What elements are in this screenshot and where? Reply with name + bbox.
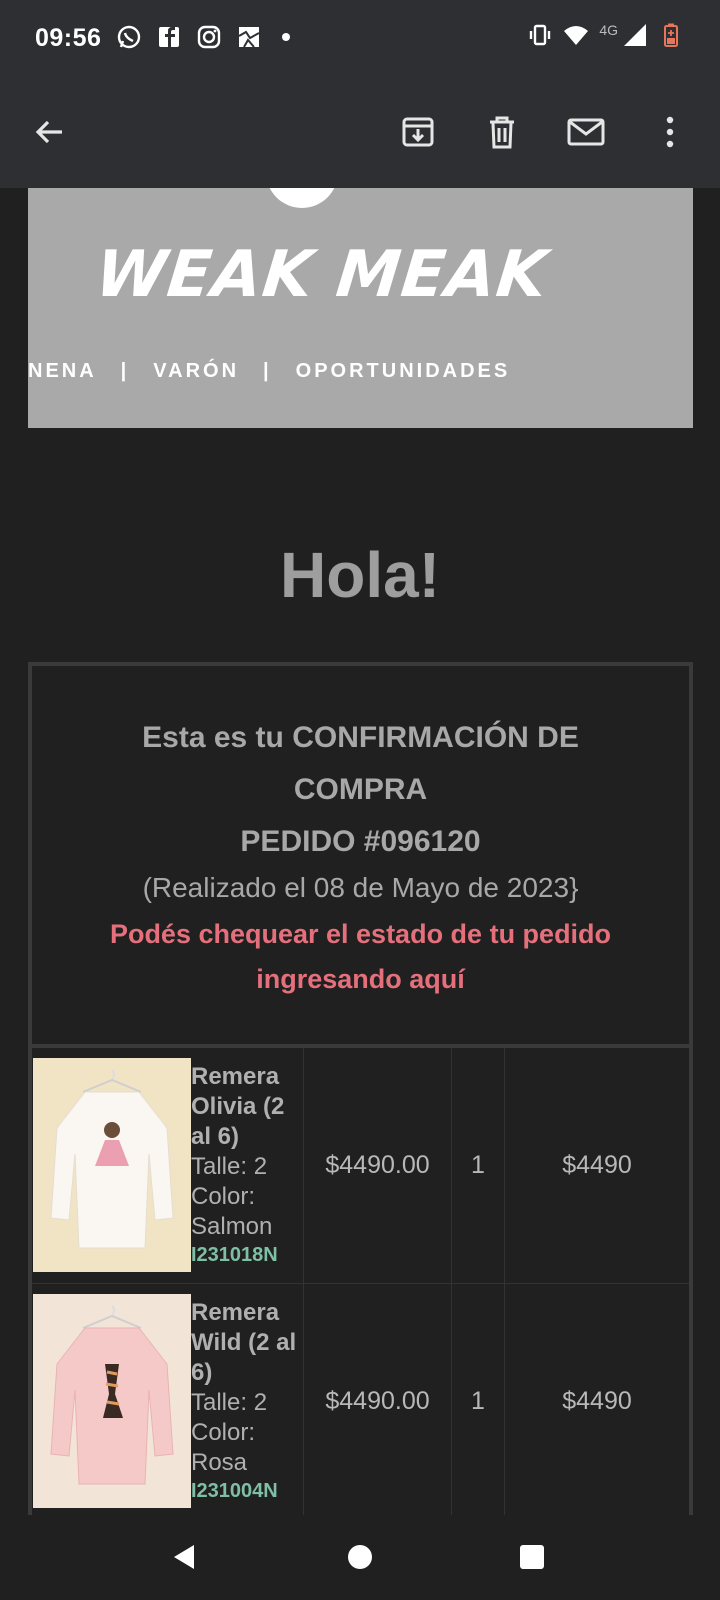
product-sku: I231004N <box>191 1480 278 1502</box>
product-sku: I231018N <box>191 1244 278 1266</box>
nav-separator: | <box>120 360 130 382</box>
nav-link-oportunidades[interactable]: OPORTUNIDADES <box>296 360 511 383</box>
more-options-button[interactable] <box>650 112 690 152</box>
order-status-link[interactable]: Podés chequear el estado de tu pedido in… <box>32 912 689 1002</box>
status-bar: 09:56 4G <box>0 0 720 78</box>
confirmation-title: Esta es tu CONFIRMACIÓN DE COMPRA <box>142 721 579 806</box>
brand-banner: WEAK MEAK NENA | VARÓN | OPORTUNIDADES <box>28 188 693 428</box>
toolbar-actions <box>398 112 690 152</box>
product-photo-wild <box>33 1294 191 1508</box>
nav-link-varon[interactable]: VARÓN <box>153 360 239 383</box>
table-row: Remera Olivia (2 al 6) Talle: 2 Color: S… <box>32 1048 689 1284</box>
nav-back-button[interactable] <box>165 1537 205 1577</box>
delete-button[interactable] <box>482 112 522 152</box>
products-table: Remera Olivia (2 al 6) Talle: 2 Color: S… <box>28 1048 693 1515</box>
nav-home-button[interactable] <box>340 1537 380 1577</box>
signal-icon <box>624 24 646 46</box>
whatsapp-icon <box>117 25 141 49</box>
email-body[interactable]: WEAK MEAK NENA | VARÓN | OPORTUNIDADES H… <box>0 188 720 1515</box>
product-size: Talle: 2 <box>191 1153 268 1180</box>
quantity: 1 <box>452 1048 505 1283</box>
back-button[interactable] <box>30 112 70 152</box>
product-size: Talle: 2 <box>191 1389 268 1416</box>
product-info: Remera Wild (2 al 6) Talle: 2 Color: Ros… <box>191 1284 304 1515</box>
notification-icons <box>116 24 290 50</box>
system-navigation-bar <box>0 1515 720 1600</box>
product-name[interactable]: Remera Olivia (2 al 6) <box>191 1062 303 1152</box>
home-circle-icon <box>348 1545 372 1569</box>
vibrate-icon <box>530 24 551 46</box>
recents-square-icon <box>520 1545 544 1569</box>
logo-mark <box>266 188 338 208</box>
product-image[interactable] <box>33 1294 191 1508</box>
archive-button[interactable] <box>398 112 438 152</box>
archive-icon <box>402 117 434 147</box>
email-toolbar <box>0 78 720 188</box>
order-number: PEDIDO #096120 <box>240 825 481 858</box>
mark-unread-button[interactable] <box>566 112 606 152</box>
network-type-label: 4G <box>599 22 618 38</box>
more-icon <box>666 116 674 148</box>
more-notifications-dot <box>282 33 290 41</box>
battery-low-icon <box>664 23 678 47</box>
order-confirmation-card: Esta es tu CONFIRMACIÓN DE COMPRA PEDIDO… <box>28 662 693 1048</box>
arrow-back-icon <box>35 120 62 144</box>
gallery-icon <box>238 27 260 48</box>
facebook-icon <box>159 27 179 47</box>
system-icons: 4G <box>527 22 684 48</box>
unit-price: $4490.00 <box>304 1048 452 1283</box>
nav-link-nena[interactable]: NENA <box>28 360 97 383</box>
nav-recents-button[interactable] <box>512 1537 552 1577</box>
back-triangle-icon <box>174 1545 194 1569</box>
instagram-icon <box>197 25 221 49</box>
product-image[interactable] <box>33 1058 191 1272</box>
product-info: Remera Olivia (2 al 6) Talle: 2 Color: S… <box>191 1048 304 1283</box>
quantity: 1 <box>452 1284 505 1515</box>
line-total: $4490 <box>562 1387 632 1415</box>
product-name[interactable]: Remera Wild (2 al 6) <box>191 1298 303 1388</box>
mark-unread-icon <box>567 118 605 146</box>
greeting-heading: Hola! <box>280 539 440 611</box>
wifi-icon <box>564 26 589 45</box>
banner-navigation: NENA | VARÓN | OPORTUNIDADES <box>28 360 693 383</box>
brand-logo: WEAK MEAK <box>92 238 552 312</box>
clock: 09:56 <box>35 24 102 52</box>
nav-separator: | <box>263 360 272 382</box>
line-total: $4490 <box>562 1151 632 1179</box>
product-photo-olivia <box>33 1058 191 1272</box>
product-color: Color: Salmon <box>191 1183 273 1240</box>
unit-price: $4490.00 <box>304 1284 452 1515</box>
product-color: Color: Rosa <box>191 1419 256 1476</box>
order-date: (Realizado el 08 de Mayo de 2023} <box>142 872 579 903</box>
delete-icon <box>490 116 514 149</box>
table-row: Remera Wild (2 al 6) Talle: 2 Color: Ros… <box>32 1284 689 1515</box>
